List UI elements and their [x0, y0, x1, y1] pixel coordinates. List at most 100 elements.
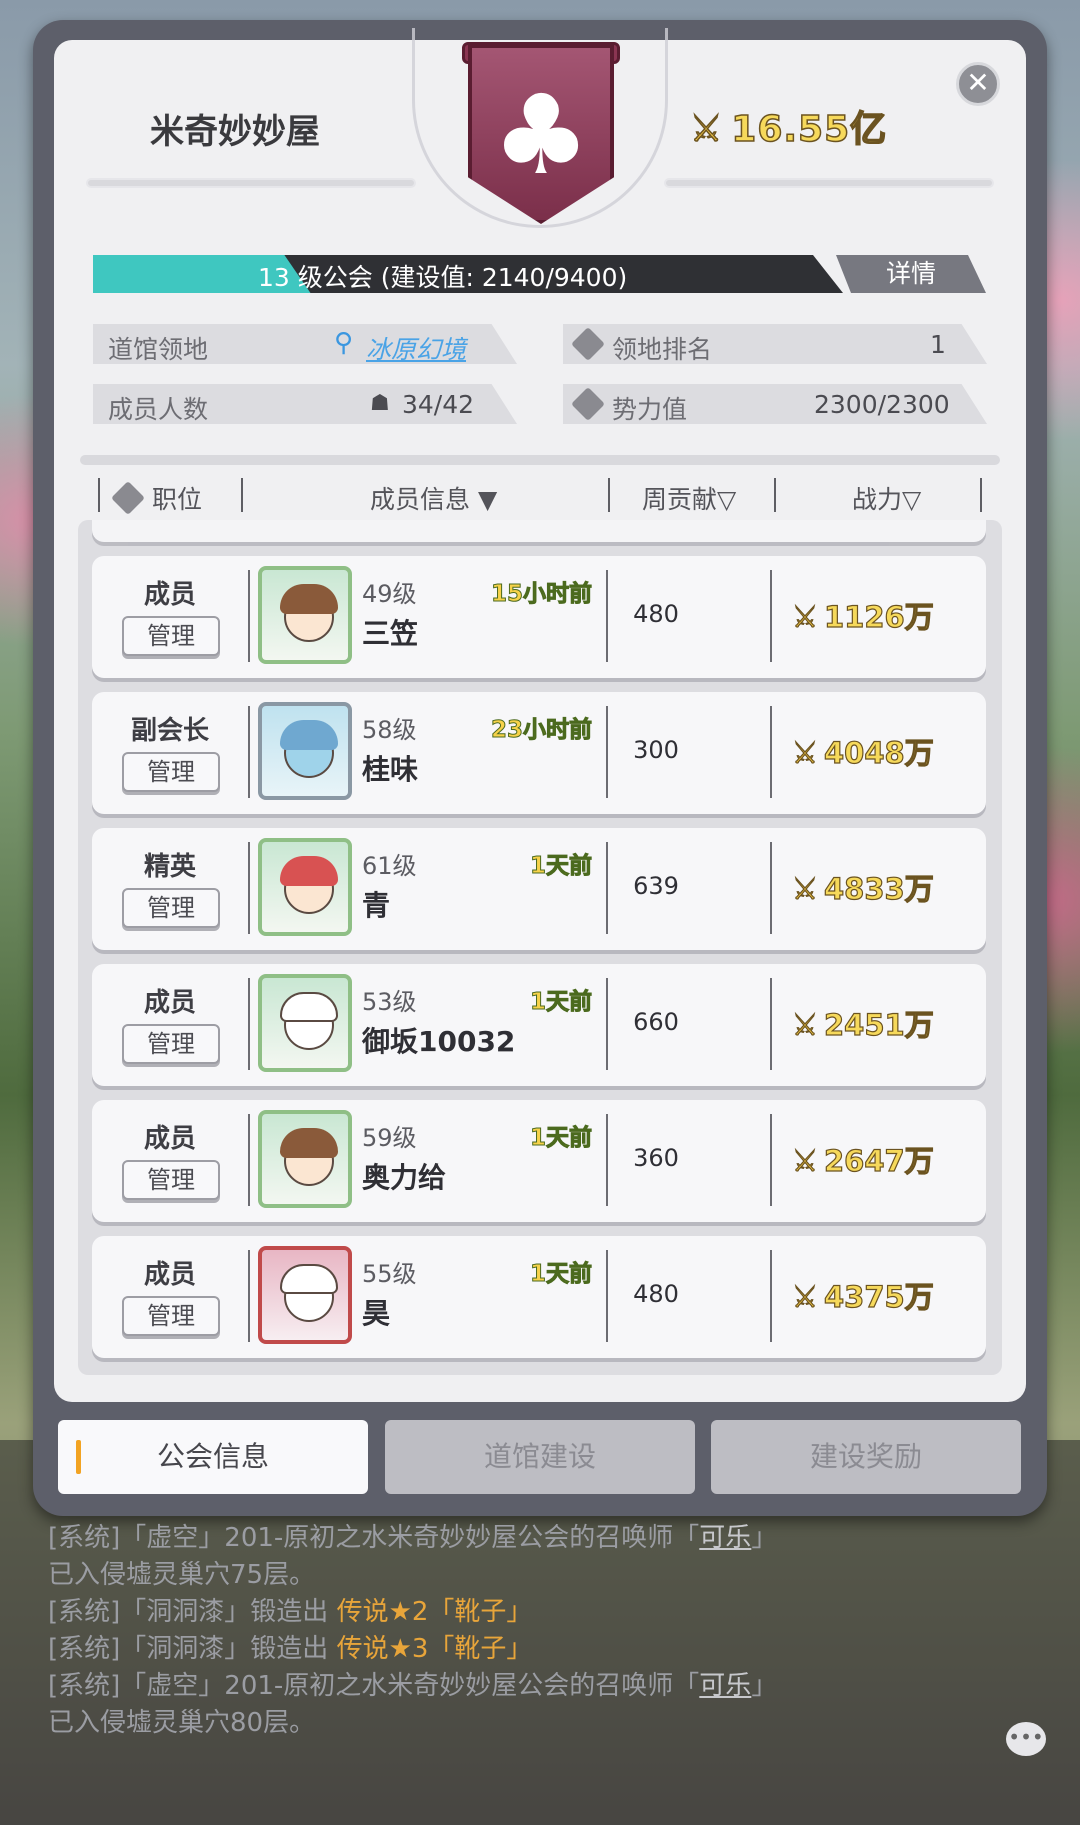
- row-divider: [248, 570, 250, 662]
- chat-text: [系统]「洞洞漆」锻造出: [48, 1597, 337, 1627]
- detail-button[interactable]: 详情: [836, 255, 986, 293]
- member-level: 49级: [362, 580, 417, 608]
- chat-line: [系统]「洞洞漆」锻造出 传说★2「靴子」: [48, 1594, 948, 1631]
- member-level: 59级: [362, 1124, 417, 1152]
- tab-dojo-build[interactable]: 道馆建设: [385, 1420, 695, 1494]
- header-weekly-sort[interactable]: 周贡献▽: [642, 480, 736, 516]
- avatar-hair: [280, 992, 338, 1022]
- table-row[interactable]: 副会长 管理 58级 23小时前 桂味 300 ⚔ 4048万: [92, 692, 986, 814]
- weekly-contribution: 300: [633, 736, 679, 764]
- influence-value: 2300/2300: [814, 390, 950, 419]
- members-value: 34/42: [402, 390, 475, 419]
- last-online: 1天前: [529, 989, 592, 1016]
- member-level: 55级: [362, 1260, 417, 1288]
- crossed-swords-icon: ⚔: [791, 871, 818, 906]
- crossed-swords-icon: ⚔: [791, 735, 818, 770]
- chat-line: [系统]「虚空」201-原初之水米奇妙妙屋公会的召唤师「可乐」: [48, 1520, 948, 1557]
- tab-guild-info[interactable]: 公会信息: [58, 1420, 368, 1494]
- row-divider: [770, 1114, 772, 1206]
- member-power-value: 4048万: [823, 735, 934, 770]
- member-power-value: 4375万: [823, 1279, 934, 1314]
- manage-button[interactable]: 管理: [122, 888, 220, 928]
- avatar[interactable]: [258, 974, 352, 1072]
- weekly-contribution: 639: [633, 872, 679, 900]
- header-divider: [241, 478, 243, 512]
- chat-text: 」: [751, 1671, 778, 1701]
- row-divider: [248, 842, 250, 934]
- close-button[interactable]: ✕: [956, 62, 1000, 106]
- header-divider: [980, 478, 982, 512]
- table-row[interactable]: 成员 管理 53级 1天前 御坂10032 660 ⚔ 2451万: [92, 964, 986, 1086]
- table-row[interactable]: 精英 管理 61级 1天前 青 639 ⚔ 4833万: [92, 828, 986, 950]
- weekly-contribution: 480: [633, 600, 679, 628]
- table-row[interactable]: 成员 管理 55级 1天前 昊 480 ⚔ 4375万: [92, 1236, 986, 1358]
- header-power-sort[interactable]: 战力▽: [852, 480, 921, 516]
- row-divider: [248, 1114, 250, 1206]
- manage-button[interactable]: 管理: [122, 1024, 220, 1064]
- avatar-hair: [280, 1264, 338, 1294]
- table-row[interactable]: 成员 管理 59级 1天前 奥力给 360 ⚔ 2647万: [92, 1100, 986, 1222]
- guild-total-power: ⚔ 16.55亿: [689, 100, 887, 152]
- member-name: 三笠: [362, 617, 419, 650]
- member-power: ⚔ 4833万: [791, 866, 934, 908]
- chat-item-link[interactable]: 传说★3「靴子」: [337, 1634, 533, 1664]
- manage-button[interactable]: 管理: [122, 1296, 220, 1336]
- chat-text: 」: [751, 1523, 778, 1553]
- member-role: 成员: [143, 988, 196, 1018]
- member-role: 成员: [143, 580, 196, 610]
- tab-build-reward[interactable]: 建设奖励: [711, 1420, 1021, 1494]
- avatar[interactable]: [258, 566, 352, 664]
- member-list[interactable]: 成员 管理 49级 15小时前 三笠 480 ⚔ 1126万 副会长 管理 58级…: [78, 520, 1002, 1375]
- chat-player-link[interactable]: 可乐: [699, 1523, 751, 1553]
- member-level: 53级: [362, 988, 417, 1016]
- avatar[interactable]: [258, 1110, 352, 1208]
- chat-player-link[interactable]: 可乐: [699, 1671, 751, 1701]
- crossed-swords-icon: ⚔: [791, 1007, 818, 1042]
- member-name: 御坂10032: [362, 1025, 516, 1058]
- weekly-contribution: 660: [633, 1008, 679, 1036]
- member-power: ⚔ 4048万: [791, 730, 934, 772]
- avatar[interactable]: [258, 702, 352, 800]
- rank-label: 领地排名: [612, 335, 713, 364]
- member-power: ⚔ 2647万: [791, 1138, 934, 1180]
- table-row[interactable]: 成员 管理 49级 15小时前 三笠 480 ⚔ 1126万: [92, 556, 986, 678]
- manage-button[interactable]: 管理: [122, 616, 220, 656]
- manage-button[interactable]: 管理: [122, 1160, 220, 1200]
- header-member-info-sort[interactable]: 成员信息 ▼: [370, 480, 497, 516]
- weekly-contribution: 360: [633, 1144, 679, 1172]
- last-online: 15小时前: [490, 581, 592, 608]
- member-role: 成员: [143, 1260, 196, 1290]
- chat-item-link[interactable]: 传说★2「靴子」: [337, 1597, 533, 1627]
- last-online: 23小时前: [490, 717, 592, 744]
- last-online: 1天前: [529, 1125, 592, 1152]
- chat-text: 已入侵墟灵巢穴75层。: [48, 1560, 316, 1590]
- member-name: 桂味: [362, 753, 419, 786]
- header-divider: [774, 478, 776, 512]
- row-divider: [248, 706, 250, 798]
- member-power: ⚔ 4375万: [791, 1274, 934, 1316]
- row-divider: [248, 978, 250, 1070]
- manage-button[interactable]: 管理: [122, 752, 220, 792]
- section-separator: [80, 455, 1000, 465]
- avatar[interactable]: [258, 838, 352, 936]
- avatar[interactable]: [258, 1246, 352, 1344]
- weekly-contribution: 480: [633, 1280, 679, 1308]
- member-name: 昊: [362, 1297, 391, 1330]
- member-name: 青: [362, 889, 391, 922]
- member-power: ⚔ 1126万: [791, 594, 934, 636]
- crossed-swords-icon: ⚔: [791, 1279, 818, 1314]
- last-online: 1天前: [529, 1261, 592, 1288]
- chat-text: [系统]「虚空」201-原初之水米奇妙妙屋公会的召唤师「: [48, 1671, 700, 1701]
- member-role: 成员: [143, 1124, 196, 1154]
- crossed-swords-icon: ⚔: [791, 599, 818, 634]
- territory-value-link[interactable]: 冰原幻境: [366, 330, 466, 366]
- chat-line: 已入侵墟灵巢穴80层。: [48, 1705, 948, 1742]
- chat-bubble-icon[interactable]: •••: [1006, 1722, 1046, 1756]
- member-power-value: 1126万: [823, 599, 934, 634]
- club-suit-icon: ♣: [491, 71, 591, 199]
- member-level: 61级: [362, 852, 417, 880]
- territory-label: 道馆领地: [108, 335, 209, 364]
- member-power: ⚔ 2451万: [791, 1002, 934, 1044]
- chat-line: [系统]「洞洞漆」锻造出 传说★3「靴子」: [48, 1631, 948, 1668]
- chat-text: [系统]「虚空」201-原初之水米奇妙妙屋公会的召唤师「: [48, 1523, 700, 1553]
